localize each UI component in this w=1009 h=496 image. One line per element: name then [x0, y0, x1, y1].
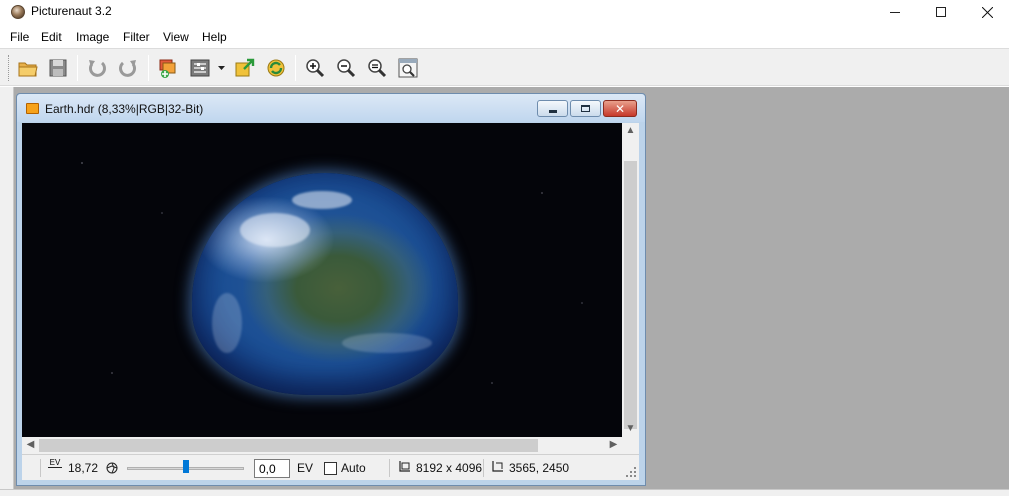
settings-icon [190, 59, 210, 77]
vertical-scroll-thumb[interactable] [624, 161, 637, 429]
zoom-out-icon [337, 59, 356, 78]
image-dimensions: 8192 x 4096 [416, 461, 483, 475]
toolbar-separator [77, 55, 78, 81]
open-button[interactable] [15, 55, 41, 81]
document-status-bar: EV 18,72 0,0 EV Auto 8192 x 4096 3565, 2… [22, 454, 639, 480]
settings-button[interactable] [187, 55, 213, 81]
menu-image[interactable]: Image [76, 30, 109, 44]
mdi-left-panel [0, 87, 14, 489]
cloud-shape [240, 213, 310, 247]
auto-checkbox[interactable] [324, 462, 337, 475]
zoom-in-button[interactable] [302, 55, 328, 81]
save-icon [49, 59, 67, 77]
maximize-icon [581, 105, 590, 112]
open-folder-icon [18, 62, 38, 77]
menu-bar: File Edit Image Filter View Help [0, 26, 1009, 47]
cursor-position-icon [492, 461, 503, 472]
toolbar [0, 48, 1009, 86]
zoom-fit-icon [368, 59, 387, 78]
exposure-slider-thumb[interactable] [182, 460, 189, 473]
cloud-shape [212, 293, 242, 353]
document-close-button[interactable]: ✕ [603, 100, 637, 117]
zoom-fit-button[interactable] [364, 55, 390, 81]
scroll-up-icon[interactable]: ▲ [622, 125, 639, 136]
close-button[interactable] [964, 0, 1009, 24]
undo-button[interactable] [84, 55, 110, 81]
menu-file[interactable]: File [10, 30, 29, 44]
zoom-window-button[interactable] [395, 55, 421, 81]
hdr-document-icon [26, 103, 39, 114]
close-icon [981, 6, 993, 18]
close-icon: ✕ [614, 101, 626, 116]
image-viewport[interactable] [22, 123, 622, 437]
settings-dropdown-arrow-icon[interactable] [217, 63, 226, 72]
generate-hdr-button[interactable] [155, 55, 181, 81]
dimensions-icon [399, 461, 410, 472]
status-separator [40, 459, 41, 477]
document-minimize-button[interactable] [537, 100, 568, 117]
vertical-scrollbar[interactable]: ▲ ▼ [622, 123, 639, 437]
horizontal-scroll-thumb[interactable] [39, 439, 538, 452]
menu-filter[interactable]: Filter [123, 30, 150, 44]
scroll-left-icon[interactable]: ◀ [22, 439, 39, 450]
menu-help[interactable]: Help [202, 30, 227, 44]
ev-value: 18,72 [68, 461, 99, 475]
zoom-out-button[interactable] [333, 55, 359, 81]
undo-icon [89, 60, 106, 77]
refresh-button[interactable] [263, 55, 289, 81]
ev-icon: EV [48, 458, 62, 468]
horizontal-scrollbar[interactable]: ◀ ▶ [22, 437, 622, 454]
cloud-shape [342, 333, 432, 353]
generate-hdr-icon [159, 59, 176, 78]
cloud-shape [292, 191, 352, 209]
exposure-unit: EV [297, 461, 314, 475]
toolbar-grip[interactable] [8, 55, 11, 81]
document-title-bar[interactable]: Earth.hdr (8,33%|RGB|32-Bit) ✕ [17, 94, 645, 122]
auto-label: Auto [341, 461, 366, 475]
refresh-icon [267, 59, 285, 77]
scroll-right-icon[interactable]: ▶ [605, 439, 622, 450]
toolbar-separator [148, 55, 149, 81]
app-title: Picturenaut 3.2 [31, 4, 112, 18]
aperture-icon [106, 462, 118, 474]
status-separator [483, 459, 484, 477]
tonemap-button[interactable] [232, 55, 258, 81]
redo-button[interactable] [115, 55, 141, 81]
minimize-button[interactable] [872, 0, 918, 24]
status-separator [389, 459, 390, 477]
main-status-strip [0, 489, 1009, 496]
menu-view[interactable]: View [163, 30, 189, 44]
document-window[interactable]: Earth.hdr (8,33%|RGB|32-Bit) ✕ ▲ ▼ ◀ ▶ E… [16, 93, 646, 486]
maximize-icon [936, 7, 946, 17]
document-maximize-button[interactable] [570, 100, 601, 117]
earth-image [192, 173, 458, 395]
save-button[interactable] [45, 55, 71, 81]
minimize-icon [890, 11, 900, 13]
picturenaut-app-icon [11, 5, 25, 19]
tonemap-icon [235, 58, 255, 77]
exposure-input[interactable]: 0,0 [254, 459, 290, 478]
toolbar-separator [295, 55, 296, 81]
minimize-icon [548, 109, 557, 113]
cursor-position: 3565, 2450 [509, 461, 570, 475]
redo-icon [119, 60, 136, 77]
document-title: Earth.hdr (8,33%|RGB|32-Bit) [45, 102, 204, 116]
zoom-in-icon [306, 59, 325, 78]
scroll-down-icon[interactable]: ▼ [622, 423, 639, 434]
menu-edit[interactable]: Edit [41, 30, 62, 44]
zoom-window-icon [398, 58, 418, 78]
maximize-button[interactable] [918, 0, 964, 24]
scroll-corner [622, 437, 639, 454]
resize-grip-icon[interactable] [625, 466, 637, 478]
title-bar: Picturenaut 3.2 [0, 0, 1009, 24]
